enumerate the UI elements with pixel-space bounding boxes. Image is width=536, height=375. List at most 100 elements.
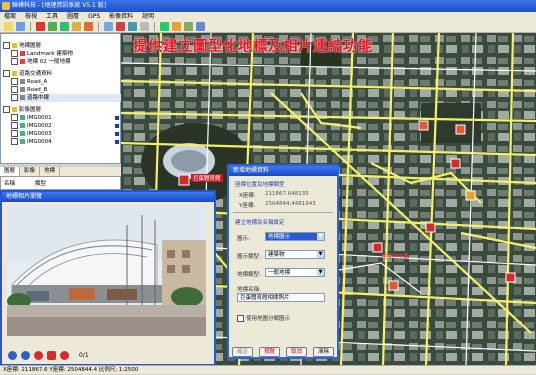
- zoom-in-icon[interactable]: [48, 22, 57, 31]
- tree-item-label: 道路交通資料: [19, 71, 53, 77]
- refresh-icon[interactable]: [140, 22, 149, 31]
- tree-item-label: 影像圖層: [19, 107, 42, 113]
- map-landmark-label[interactable]: 建築物地標: [381, 252, 409, 260]
- toolbar: [0, 21, 536, 33]
- app-icon: [2, 2, 10, 10]
- menu-help[interactable]: 說明: [142, 12, 154, 21]
- tree-item[interactable]: 影像圖層: [3, 106, 41, 114]
- use-category-checkbox[interactable]: 使用地圖分類圖示: [237, 314, 290, 322]
- measure-icon[interactable]: [104, 22, 113, 31]
- x-coordinate-value: 211867.648135: [265, 191, 309, 197]
- pan-icon[interactable]: [72, 22, 81, 31]
- tree-item[interactable]: Road_A: [11, 78, 47, 86]
- checkbox[interactable]: [11, 114, 18, 121]
- menu-gps[interactable]: GPS: [88, 12, 100, 21]
- layer-icon: [20, 79, 25, 84]
- menu-tools[interactable]: 工具: [46, 12, 58, 21]
- folder-icon: [12, 107, 17, 112]
- stadium-photo: [7, 205, 206, 336]
- landmark-icon[interactable]: [116, 22, 125, 31]
- checkbox[interactable]: [11, 78, 18, 85]
- map-landmark-label[interactable]: 巨蛋體育館: [191, 174, 223, 182]
- tree-item[interactable]: 地標圖層: [3, 42, 41, 50]
- menu-layer[interactable]: 圖層: [67, 12, 79, 21]
- tree-item[interactable]: IMG0003: [11, 130, 122, 138]
- tab-landmarks[interactable]: 地標: [40, 167, 61, 176]
- checkbox[interactable]: [3, 70, 10, 77]
- divider: [233, 212, 333, 213]
- clear-button[interactable]: 清除: [313, 347, 334, 357]
- help-icon[interactable]: [196, 22, 205, 31]
- tree-item[interactable]: IMG0001: [11, 114, 122, 122]
- grid-header-name: 名稱: [4, 181, 16, 187]
- layer-icon: [20, 59, 25, 64]
- tree-item-label: IMG0004: [27, 139, 52, 145]
- icon-select[interactable]: 地標圖示 ▼: [265, 232, 325, 241]
- toolbar-separator: [154, 22, 155, 31]
- prev-icon[interactable]: [8, 350, 17, 360]
- grid-header-type: 類型: [35, 181, 47, 187]
- menu-image[interactable]: 影像資料: [109, 12, 133, 21]
- status-icon: [115, 116, 119, 120]
- landmark-type-select[interactable]: 一般地標 ▼: [265, 268, 325, 277]
- checkbox[interactable]: [11, 122, 18, 129]
- tree-item-label: 地標 02 一般地標: [27, 59, 71, 65]
- dialog-title: 新增地標資料: [229, 166, 337, 176]
- landmark-type-value: 一般地標: [268, 270, 291, 276]
- tree-item-label: IMG0003: [27, 131, 52, 137]
- photo-controls: 0/1: [2, 347, 220, 363]
- tree-item[interactable]: 道路中線: [11, 94, 122, 102]
- play-icon[interactable]: [21, 350, 30, 360]
- section-landmark: 建立地標及名稱設定: [235, 220, 285, 226]
- tree-item[interactable]: 地標 02 一般地標: [11, 58, 71, 66]
- save-icon[interactable]: [16, 22, 25, 31]
- print-icon[interactable]: [172, 22, 181, 31]
- toolbar-separator: [98, 22, 99, 31]
- tree-item[interactable]: Landmark 建築物: [11, 50, 73, 58]
- ok-button[interactable]: 確定: [232, 347, 253, 357]
- zoom-out-icon[interactable]: [60, 22, 69, 31]
- folder-icon: [12, 43, 17, 48]
- identify-icon[interactable]: [84, 22, 93, 31]
- open-icon[interactable]: [4, 22, 13, 31]
- tab-layers[interactable]: 圖層: [0, 167, 21, 176]
- checkbox[interactable]: [237, 315, 244, 322]
- cancel-button[interactable]: 取消: [286, 347, 307, 357]
- folder-icon: [12, 71, 17, 76]
- checkbox[interactable]: [11, 58, 18, 65]
- attribute-grid: 名稱 類型: [0, 176, 121, 190]
- checkbox[interactable]: [11, 138, 18, 145]
- delete-icon[interactable]: [34, 350, 43, 360]
- tree-item[interactable]: Road_B: [11, 86, 47, 94]
- tree-item[interactable]: 道路交通資料: [3, 70, 52, 78]
- icon-type-select[interactable]: 建築物 ▼: [265, 250, 325, 259]
- checkbox[interactable]: [11, 50, 18, 57]
- photo-viewer-title: 地標相片瀏覽: [2, 192, 214, 202]
- tree-item-label: 道路中線: [27, 95, 50, 101]
- landmark-name-input[interactable]: 巨蛋體育館相關照片: [237, 293, 325, 302]
- tree-item[interactable]: IMG0002: [11, 122, 122, 130]
- checkbox[interactable]: [11, 86, 18, 93]
- tab-images[interactable]: 影像: [20, 167, 41, 176]
- panel-tabs: 圖層 影像 地標: [0, 167, 121, 176]
- menu-file[interactable]: 檔案: [4, 12, 16, 21]
- stop-icon[interactable]: [36, 22, 45, 31]
- checkbox[interactable]: [3, 42, 10, 49]
- window-title: 聯樺科技 - [地理資訊系統 V5.1 版]: [12, 2, 107, 9]
- checkbox[interactable]: [3, 106, 10, 113]
- checkbox[interactable]: [11, 130, 18, 137]
- preview-button[interactable]: 預覽: [259, 347, 280, 357]
- close-icon[interactable]: [47, 350, 56, 360]
- image-icon: [20, 131, 25, 136]
- tree-item[interactable]: IMG0004: [11, 138, 122, 146]
- menu-bar: 檔案 檢視 工具 圖層 GPS 影像資料 說明: [0, 12, 536, 21]
- photo-icon[interactable]: [128, 22, 137, 31]
- checkbox[interactable]: [11, 94, 18, 101]
- menu-view[interactable]: 檢視: [25, 12, 37, 21]
- y-coordinate-label: Y座標:: [239, 203, 256, 209]
- gps-icon[interactable]: [160, 22, 169, 31]
- layers-icon[interactable]: [184, 22, 193, 31]
- tree-item-label: IMG0001: [27, 115, 52, 121]
- photo-counter: 0/1: [79, 351, 89, 359]
- stop-icon[interactable]: [60, 350, 69, 360]
